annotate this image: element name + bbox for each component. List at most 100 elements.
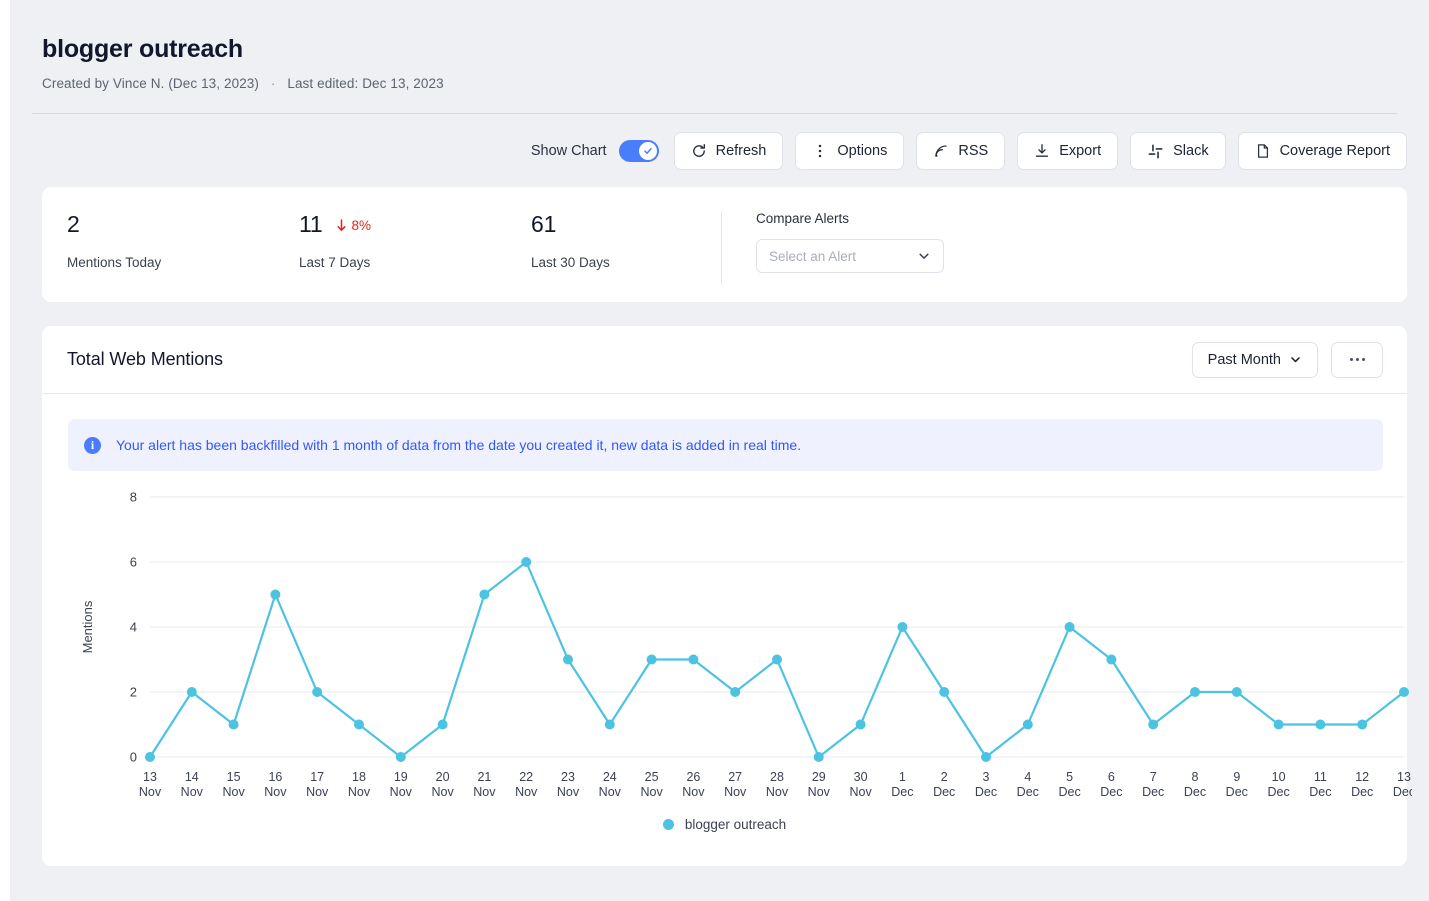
x-axis-tick-day: 21 [477,770,491,784]
options-button[interactable]: Options [795,132,904,170]
chart-more-options-button[interactable] [1331,342,1383,378]
x-axis-tick-day: 30 [854,770,868,784]
show-chart-control[interactable]: Show Chart [531,140,659,162]
stat-label: Last 7 Days [299,255,506,270]
data-point[interactable] [1399,687,1409,697]
data-point[interactable] [229,720,239,730]
x-axis-tick-day: 4 [1024,770,1031,784]
period-selector-button[interactable]: Past Month [1192,342,1318,378]
y-axis-tick-label: 6 [130,555,137,570]
x-axis-tick-day: 23 [561,770,575,784]
x-axis-tick-month: Nov [264,785,287,799]
x-axis-tick-month: Dec [975,785,997,799]
data-point[interactable] [1065,622,1075,632]
x-axis-tick-day: 3 [983,770,990,784]
data-point[interactable] [1232,687,1242,697]
compare-alerts-section: Compare Alerts Select an Alert [721,211,944,285]
x-axis-tick-day: 29 [812,770,826,784]
data-point[interactable] [647,655,657,665]
show-chart-toggle[interactable] [619,140,659,162]
refresh-button[interactable]: Refresh [674,132,784,170]
coverage-report-button[interactable]: Coverage Report [1238,132,1407,170]
mentions-line-chart[interactable]: 02468Mentions13Nov14Nov15Nov16Nov17Nov18… [42,483,1412,813]
data-point[interactable] [1190,687,1200,697]
data-point[interactable] [438,720,448,730]
data-point[interactable] [312,687,322,697]
chevron-down-icon [917,249,931,263]
compare-alerts-select[interactable]: Select an Alert [756,239,944,273]
data-point[interactable] [856,720,866,730]
slack-icon [1147,143,1164,160]
data-point[interactable] [772,655,782,665]
data-point[interactable] [1315,720,1325,730]
chart-plot-area: 02468Mentions13Nov14Nov15Nov16Nov17Nov18… [42,483,1407,853]
data-point[interactable] [730,687,740,697]
kebab-menu-icon [812,143,828,159]
data-point[interactable] [521,557,531,567]
backfill-info-text: Your alert has been backfilled with 1 mo… [116,437,801,453]
data-point[interactable] [1148,720,1158,730]
stat-value: 2 [67,211,80,238]
refresh-label: Refresh [716,143,767,159]
data-point[interactable] [897,622,907,632]
data-point[interactable] [1106,655,1116,665]
compare-alerts-placeholder: Select an Alert [769,249,856,264]
data-point[interactable] [187,687,197,697]
toggle-knob [639,142,657,160]
dot-icon [1362,358,1365,361]
data-point[interactable] [1274,720,1284,730]
data-point[interactable] [270,590,280,600]
coverage-report-label: Coverage Report [1280,143,1390,159]
x-axis-tick-day: 17 [310,770,324,784]
x-axis-tick-day: 19 [394,770,408,784]
slack-button[interactable]: Slack [1130,132,1225,170]
data-point[interactable] [981,752,991,762]
x-axis-tick-day: 12 [1355,770,1369,784]
data-point[interactable] [145,752,155,762]
slack-label: Slack [1173,143,1208,159]
x-axis-tick-month: Nov [682,785,705,799]
data-point[interactable] [605,720,615,730]
data-point[interactable] [354,720,364,730]
chart-header: Total Web Mentions Past Month [42,326,1407,394]
x-axis-tick-day: 7 [1150,770,1157,784]
x-axis-tick-month: Nov [557,785,580,799]
x-axis-tick-month: Nov [139,785,162,799]
data-point[interactable] [563,655,573,665]
y-axis-tick-label: 2 [130,685,137,700]
period-label: Past Month [1208,352,1281,368]
info-icon: i [84,437,101,454]
data-point[interactable] [688,655,698,665]
x-axis-tick-month: Dec [1226,785,1248,799]
toolbar: Show Chart Refresh Options [10,114,1429,170]
legend-label: blogger outreach [685,817,786,832]
rss-icon [933,143,949,159]
data-point[interactable] [1023,720,1033,730]
check-icon [643,146,653,156]
stat-top: 11 8% [299,211,506,238]
stat-value: 61 [531,211,556,238]
x-axis-tick-month: Nov [348,785,371,799]
dot-icon [1356,358,1359,361]
x-axis-tick-day: 8 [1192,770,1199,784]
backfill-info-banner: i Your alert has been backfilled with 1 … [68,419,1383,471]
x-axis-tick-month: Nov [222,785,245,799]
x-axis-tick-month: Nov [640,785,663,799]
stat-label: Last 30 Days [531,255,721,270]
x-axis-tick-day: 20 [436,770,450,784]
data-point[interactable] [479,590,489,600]
rss-label: RSS [958,143,988,159]
data-point[interactable] [939,687,949,697]
data-point[interactable] [1357,720,1367,730]
data-point[interactable] [814,752,824,762]
rss-button[interactable]: RSS [916,132,1005,170]
x-axis-tick-day: 11 [1314,770,1327,784]
chart-title: Total Web Mentions [67,349,223,370]
x-axis-tick-day: 5 [1066,770,1073,784]
x-axis-tick-month: Dec [1393,785,1412,799]
x-axis-tick-month: Nov [390,785,413,799]
export-button[interactable]: Export [1017,132,1118,170]
data-point[interactable] [396,752,406,762]
created-by-text: Created by Vince N. (Dec 13, 2023) [42,76,259,91]
x-axis-tick-month: Nov [849,785,872,799]
